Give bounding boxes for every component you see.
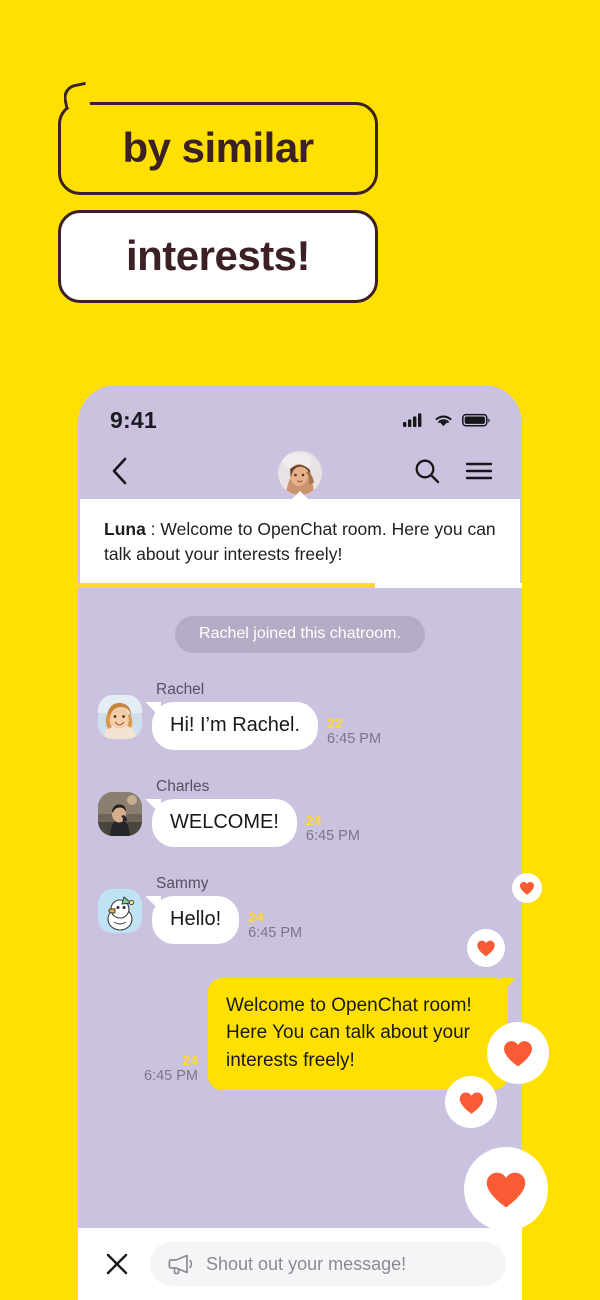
battery-icon	[462, 413, 490, 427]
avatar-photo	[98, 791, 142, 836]
room-avatar[interactable]	[278, 451, 322, 495]
message-row: Rachel Hi! I’m Rachel. 22 6:45 PM	[78, 681, 522, 750]
avatar-photo	[98, 694, 142, 739]
nav-actions	[410, 454, 496, 488]
hamburger-menu-icon	[465, 462, 493, 480]
system-message-row: Rachel joined this chatroom.	[78, 615, 522, 653]
message-meta: 24 6:45 PM	[248, 909, 302, 942]
hero-speech-bubbles: by similar interests!	[58, 102, 378, 303]
unread-count-badge: 24	[248, 908, 264, 925]
status-bar-time: 9:41	[110, 406, 157, 433]
notice-sender: Luna	[104, 519, 146, 539]
wifi-icon	[435, 415, 452, 427]
status-bar: 9:41	[78, 385, 522, 443]
message-column: Rachel Hi! I’m Rachel. 22 6:45 PM	[152, 681, 381, 750]
charles-avatar[interactable]	[98, 791, 142, 836]
close-icon	[106, 1253, 128, 1275]
avatar-photo	[278, 451, 322, 495]
message-sender: Charles	[156, 777, 210, 795]
message-row: Sammy Hello! 24 6:45 PM	[78, 875, 522, 944]
notice-separator: :	[145, 519, 161, 539]
system-message-pill: Rachel joined this chatroom.	[175, 615, 425, 653]
megaphone-icon	[168, 1254, 193, 1275]
message-bubble[interactable]: WELCOME!	[152, 798, 297, 847]
message-input[interactable]: Shout out your message!	[150, 1242, 506, 1286]
hero-bubble-primary: by similar	[58, 102, 378, 195]
menu-button[interactable]	[462, 454, 496, 488]
chat-message-list[interactable]: Rachel joined this chatroom. Rachel Hi! …	[78, 588, 522, 1228]
unread-count-badge: 24	[182, 1051, 198, 1068]
heart-reaction-2[interactable]	[467, 929, 505, 967]
unread-count-badge: 24	[305, 811, 322, 828]
message-timestamp: 6:45 PM	[144, 1067, 198, 1084]
heart-icon	[486, 1172, 526, 1208]
message-row: Charles WELCOME! 24 6:45 PM	[78, 778, 522, 847]
back-button[interactable]	[100, 451, 140, 491]
message-bubble-row: Hi! I’m Rachel. 22 6:45 PM	[152, 701, 381, 750]
message-bubble[interactable]: Hello!	[152, 895, 240, 944]
heart-reaction-4[interactable]	[445, 1076, 497, 1128]
notice-text-row: Luna : Welcome to OpenChat room. Here yo…	[104, 517, 498, 567]
message-meta: 24 6:45 PM	[306, 812, 360, 845]
close-button[interactable]	[100, 1247, 134, 1281]
message-bubble-row: WELCOME! 24 6:45 PM	[152, 798, 360, 847]
message-meta: 22 6:45 PM	[327, 715, 381, 748]
pinned-notice[interactable]: Luna : Welcome to OpenChat room. Here yo…	[78, 491, 522, 588]
chevron-left-icon	[112, 457, 127, 485]
heart-icon	[520, 882, 534, 895]
message-sender: Sammy	[156, 874, 209, 892]
hero-bubble-secondary: interests!	[58, 210, 378, 303]
hero-line-2: interests!	[125, 231, 311, 279]
outgoing-message-row: 24 6:45 PM Welcome to OpenChat room! Her…	[78, 977, 522, 1091]
avatar-illustration	[98, 888, 142, 933]
message-input-bar: Shout out your message!	[78, 1228, 522, 1300]
heart-reaction-3[interactable]	[487, 1022, 549, 1084]
message-column: Sammy Hello! 24 6:45 PM	[152, 875, 302, 944]
message-column: Charles WELCOME! 24 6:45 PM	[152, 778, 360, 847]
message-timestamp: 6:45 PM	[248, 925, 303, 942]
rachel-avatar[interactable]	[98, 694, 142, 739]
notice-body: Welcome to OpenChat room. Here you can t…	[104, 519, 496, 564]
message-bubble[interactable]: Hi! I’m Rachel.	[152, 701, 319, 750]
heart-icon	[477, 940, 495, 957]
outgoing-message-bubble[interactable]: Welcome to OpenChat room! Here You can t…	[208, 977, 508, 1091]
message-bubble-row: Hello! 24 6:45 PM	[152, 895, 302, 944]
status-bar-icons	[403, 412, 490, 428]
message-input-placeholder: Shout out your message!	[206, 1253, 407, 1274]
search-button[interactable]	[410, 454, 444, 488]
message-timestamp: 6:45 PM	[327, 731, 382, 748]
hero-line-1: by similar	[122, 123, 314, 171]
outgoing-message-meta: 24 6:45 PM	[144, 1052, 198, 1085]
sammy-avatar[interactable]	[98, 888, 142, 933]
notice-card[interactable]: Luna : Welcome to OpenChat room. Here yo…	[80, 499, 520, 583]
speech-bubble-tail-icon	[64, 82, 90, 108]
notice-notch-icon	[291, 491, 309, 500]
phone-mockup: 9:41 Luna: Welcome to OpenChat room. He…	[78, 385, 522, 1300]
message-timestamp: 6:45 PM	[305, 828, 360, 845]
message-sender: Rachel	[156, 680, 205, 698]
heart-reaction-5[interactable]	[464, 1147, 548, 1231]
heart-icon	[459, 1091, 483, 1114]
heart-reaction-1[interactable]	[512, 873, 542, 903]
heart-icon	[504, 1041, 532, 1067]
signal-icon	[403, 413, 422, 427]
unread-count-badge: 22	[327, 714, 343, 731]
search-icon	[415, 459, 440, 484]
